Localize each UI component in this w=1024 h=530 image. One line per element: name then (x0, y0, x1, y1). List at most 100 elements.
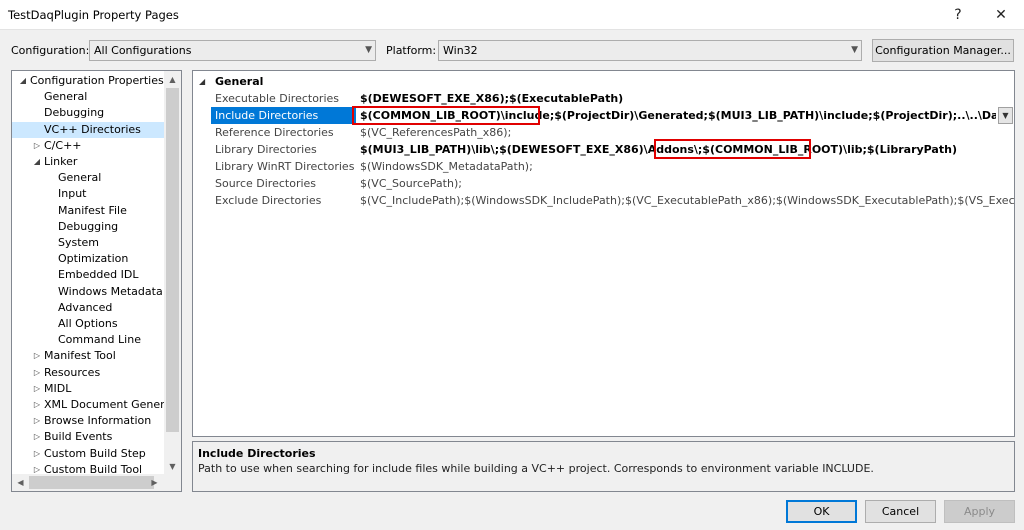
scroll-thumb[interactable] (166, 88, 179, 432)
property-value[interactable]: $(VC_SourcePath); (360, 175, 1014, 192)
tree-item-label: MIDL (44, 381, 72, 395)
tree-item-label: Browse Information (44, 414, 152, 428)
scroll-left-icon[interactable]: ◀ (12, 474, 29, 491)
configuration-manager-button[interactable]: Configuration Manager... (872, 39, 1014, 62)
scroll-thumb[interactable] (29, 476, 154, 489)
tree-item-label: Command Line (58, 333, 141, 347)
platform-dropdown[interactable]: Win32 ▼ (438, 40, 862, 61)
property-row[interactable]: Reference Directories $(VC_ReferencesPath… (193, 124, 1014, 141)
tree-item-label: Windows Metadata (58, 284, 163, 298)
chevron-down-icon: ▼ (365, 45, 372, 55)
property-name[interactable]: Library WinRT Directories (211, 158, 356, 175)
scroll-down-icon[interactable]: ▼ (164, 458, 181, 475)
property-row[interactable]: Executable Directories $(DEWESOFT_EXE_X86… (193, 90, 1014, 107)
cancel-button[interactable]: Cancel (865, 500, 936, 523)
tree-item[interactable]: System (12, 235, 165, 251)
expand-icon[interactable]: ▷ (32, 429, 42, 445)
property-name[interactable]: Source Directories (211, 175, 356, 192)
tree-item[interactable]: ▷ Build Events (12, 429, 165, 445)
tree-item-label: Linker (44, 155, 78, 168)
tree-item[interactable]: ▷ Resources (12, 365, 165, 381)
tree-item-label: C/C++ (44, 138, 82, 152)
property-name[interactable]: Reference Directories (211, 124, 356, 141)
category-label: General (215, 75, 264, 88)
tree-item-label: Build Events (44, 430, 113, 444)
tree-items: ◢ Configuration Properties General Debuggin… (12, 71, 165, 475)
tree-item[interactable]: ▷ Custom Build Step (12, 446, 165, 462)
tree-item-label: Input (58, 187, 87, 201)
tree-item-label: General (58, 171, 102, 185)
chevron-down-icon: ▼ (851, 45, 858, 55)
tree-item[interactable]: ▷ Manifest Tool (12, 348, 165, 364)
property-row[interactable]: Library Directories $(MUI3_LIB_PATH)\lib\… (193, 141, 1014, 158)
property-value[interactable]: $(VC_IncludePath);$(WindowsSDK_IncludePa… (360, 192, 1014, 209)
category-header[interactable]: ◢ General (193, 73, 1014, 90)
property-name[interactable]: Library Directories (211, 141, 356, 158)
highlight-box-library (654, 139, 811, 159)
expand-icon[interactable]: ▷ (32, 138, 42, 154)
scroll-up-icon[interactable]: ▲ (164, 71, 181, 88)
collapse-icon[interactable]: ◢ (18, 73, 28, 89)
tree-item[interactable]: ◢ Configuration Properties (12, 73, 165, 89)
expand-icon[interactable]: ▷ (32, 397, 42, 413)
expand-icon[interactable]: ▷ (32, 413, 42, 429)
tree-item[interactable]: ▷XML Document Generator (12, 397, 165, 413)
close-button[interactable]: ✕ (978, 0, 1024, 30)
tree-horizontal-scrollbar[interactable]: ◀ ▶ (12, 474, 181, 491)
property-value[interactable]: $(DEWESOFT_EXE_X86);$(ExecutablePath) (360, 90, 1014, 107)
tree-item-label: All Options (58, 317, 118, 330)
tree-item-label: Custom Build Step (44, 446, 146, 460)
property-grid: ◢ General Executable Directories $(DEWESO… (192, 70, 1015, 437)
tree-item[interactable]: Optimization (12, 251, 165, 267)
apply-button[interactable]: Apply (944, 500, 1015, 523)
tree-item[interactable]: Input (12, 186, 165, 202)
property-row[interactable]: Library WinRT Directories $(WindowsSDK_Me… (193, 158, 1014, 175)
expand-icon[interactable]: ▷ (32, 381, 42, 397)
property-row[interactable]: Source Directories $(VC_SourcePath); (193, 175, 1014, 192)
tree-item-label: Debugging (58, 219, 119, 233)
expand-icon[interactable]: ◢ (199, 73, 205, 90)
property-row[interactable]: Exclude Directories $(VC_IncludePath);$(W… (193, 192, 1014, 209)
property-name[interactable]: Include Directories (211, 107, 356, 124)
tree-item[interactable]: Advanced (12, 300, 165, 316)
tree-item[interactable]: ◢ Linker (12, 154, 165, 170)
expand-icon[interactable]: ▷ (32, 365, 42, 381)
tree-item[interactable]: ▷ Browse Information (12, 413, 165, 429)
tree-item[interactable]: Windows Metadata (12, 284, 165, 300)
tree-item[interactable]: Debugging (12, 105, 165, 121)
tree-item[interactable]: Embedded IDL (12, 267, 165, 283)
tree-item[interactable]: Debugging (12, 219, 165, 235)
description-pane: Include Directories Path to use when sea… (192, 441, 1015, 492)
property-value[interactable]: $(WindowsSDK_MetadataPath); (360, 158, 1014, 175)
expand-icon[interactable]: ▷ (32, 348, 42, 364)
help-button[interactable]: ? (935, 0, 981, 30)
tree-item[interactable]: ▷ C/C++ (12, 138, 165, 154)
tree-item-label: Manifest File (58, 203, 127, 217)
configuration-dropdown[interactable]: All Configurations ▼ (89, 40, 376, 61)
highlight-box-include (352, 106, 540, 125)
tree-item-label: Manifest Tool (44, 349, 116, 363)
category-tree: ◢ Configuration Properties General Debuggin… (11, 70, 182, 492)
configuration-label: Configuration: (11, 44, 90, 57)
collapse-icon[interactable]: ◢ (32, 154, 42, 170)
tree-item[interactable]: ▷ MIDL (12, 381, 165, 397)
tree-item[interactable]: Manifest File (12, 203, 165, 219)
tree-item[interactable]: All Options (12, 316, 165, 332)
description-text: Path to use when searching for include f… (198, 462, 874, 475)
tree-item[interactable]: General (12, 89, 165, 105)
scroll-right-icon[interactable]: ▶ (146, 474, 163, 491)
property-name[interactable]: Executable Directories (211, 90, 356, 107)
tree-vertical-scrollbar[interactable]: ▲ ▼ (164, 71, 181, 475)
chevron-down-icon[interactable]: ▼ (998, 107, 1013, 124)
tree-item[interactable]: Command Line (12, 332, 165, 348)
tree-item-label: Embedded IDL (58, 268, 139, 282)
tree-item[interactable]: General (12, 170, 165, 186)
expand-icon[interactable]: ▷ (32, 446, 42, 462)
ok-button[interactable]: OK (786, 500, 857, 523)
property-row[interactable]: Include Directories $(COMMON_LIB_ROOT)\in… (193, 107, 1014, 124)
property-name[interactable]: Exclude Directories (211, 192, 356, 209)
title-bar: TestDaqPlugin Property Pages ? ✕ (0, 0, 1024, 30)
tree-item-label: General (44, 90, 88, 104)
tree-item[interactable]: VC++ Directories (12, 121, 165, 138)
window-title: TestDaqPlugin Property Pages (8, 8, 179, 22)
